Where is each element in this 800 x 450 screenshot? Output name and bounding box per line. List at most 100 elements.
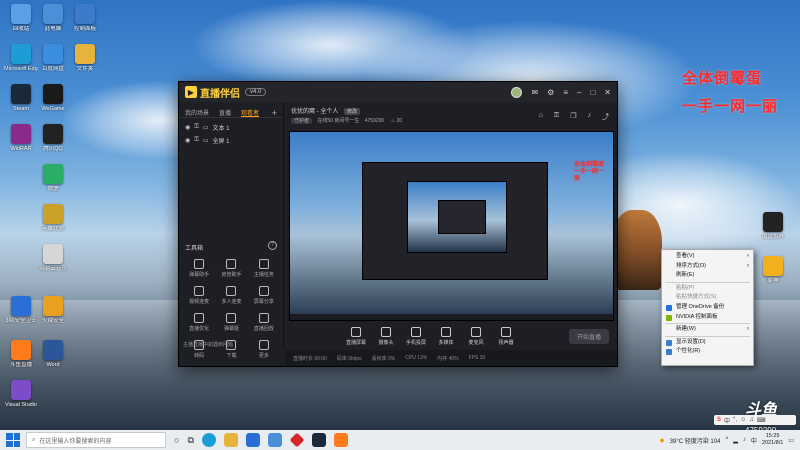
context-menu-item[interactable]: 新建(W) ›: [662, 325, 753, 335]
desktop-icon[interactable]: 微信: [36, 164, 70, 192]
desktop-icon[interactable]: 此电脑: [36, 4, 70, 32]
clock[interactable]: 15:25 2021/8/1: [762, 433, 783, 447]
context-menu-item[interactable]: NVIDIA 控制面板: [662, 313, 753, 323]
ime-mic-icon[interactable]: ♫: [749, 417, 754, 423]
user-avatar[interactable]: [511, 86, 523, 98]
scene-tab[interactable]: 我的场景: [185, 108, 209, 117]
ime-indicator[interactable]: 中: [751, 436, 757, 445]
edge-taskbar-icon[interactable]: [201, 433, 216, 447]
desktop-icon[interactable]: WinRAR: [4, 124, 38, 152]
share-icon[interactable]: ⤴: [602, 112, 609, 122]
desktop-icon[interactable]: Microsoft Edge: [4, 44, 38, 72]
ime-keyboard-icon[interactable]: ⌨: [757, 417, 766, 424]
mic-button[interactable]: 麦克风: [465, 326, 487, 346]
close-icon[interactable]: ✕: [604, 88, 611, 97]
desktop-context-menu[interactable]: 查看(V) › 排序方式(O) › 刷新(E) 粘贴(P) 粘贴快捷方式(S) 管理 OneD…: [661, 249, 754, 366]
context-menu-item[interactable]: 管理 OneDrive 备份: [662, 303, 753, 313]
tool-button[interactable]: 直播优化: [183, 313, 215, 332]
tool-button[interactable]: 弹幕姬: [215, 313, 247, 332]
tool-button[interactable]: 房管助手: [215, 259, 247, 278]
tray-chevron-icon[interactable]: ^: [725, 437, 728, 443]
start-stream-button[interactable]: 开始直播: [568, 328, 609, 344]
app-titlebar[interactable]: ▶ 直播伴侣 v4.0 ✉ ⚙ ≡ – □ ✕: [179, 82, 617, 102]
ime-toolbar[interactable]: S 中 °, ☺ ♫ ⌨: [714, 415, 796, 425]
message-icon[interactable]: ✉: [531, 88, 538, 97]
desktop-icon[interactable]: 文件夹: [68, 44, 102, 72]
menu-icon[interactable]: ≡: [563, 88, 568, 97]
volume-icon[interactable]: ♪: [743, 437, 746, 443]
desktop-icon[interactable]: WeGame: [36, 84, 70, 112]
file-explorer-taskbar-icon[interactable]: [223, 433, 238, 447]
source-item[interactable]: ◉ ⚿ ▭ 全屏 1: [179, 134, 283, 147]
eye-icon[interactable]: ◉: [185, 124, 190, 131]
context-menu-item[interactable]: 个性化(R): [662, 347, 753, 357]
weather-text[interactable]: 39°C 轻度污染 104: [670, 436, 721, 445]
desktop-icon[interactable]: 原神: [756, 256, 790, 284]
notice-text[interactable]: 主播直播中如遇到问题: [183, 341, 233, 348]
phone-button[interactable]: 手机投屏: [405, 326, 427, 346]
context-menu-item[interactable]: 排序方式(O) ›: [662, 262, 753, 272]
network-icon[interactable]: ▂: [733, 437, 738, 444]
desktop-icon[interactable]: Word: [36, 340, 70, 368]
notification-icon[interactable]: ▭: [788, 437, 794, 444]
tool-button[interactable]: 视频连麦: [183, 286, 215, 305]
tool-button[interactable]: 屏幕分享: [248, 286, 280, 305]
camera-button[interactable]: 摄像头: [375, 326, 397, 346]
settings-icon[interactable]: ⚙: [547, 88, 554, 97]
speaker-button[interactable]: 扬声器: [495, 326, 517, 346]
lock-icon[interactable]: ⚿: [554, 112, 559, 122]
edit-title-button[interactable]: 修改: [344, 108, 361, 115]
streaming-app-taskbar-icon[interactable]: [333, 433, 348, 447]
media-button[interactable]: 多媒体: [435, 326, 457, 346]
lock-icon[interactable]: ⚿: [194, 124, 199, 131]
windows-start-icon[interactable]: [6, 433, 20, 447]
desktop-icon[interactable]: 百度网盘: [36, 44, 70, 72]
ime-punct-icon[interactable]: °,: [733, 417, 737, 423]
desktop-icon[interactable]: 英雄联盟: [36, 204, 70, 232]
ime-mode[interactable]: 中: [724, 416, 730, 425]
info-icon[interactable]: ?: [268, 241, 277, 250]
lock-icon[interactable]: ⚿: [194, 137, 199, 144]
scene-tab[interactable]: 直播: [219, 108, 231, 117]
task-view-icon[interactable]: ⧉: [187, 435, 193, 446]
streaming-app-window[interactable]: ▶ 直播伴侣 v4.0 ✉ ⚙ ≡ – □ ✕ 我的场景 直播 观看者 + ◉ ⚿ ▭ 文本…: [178, 81, 618, 367]
minimize-icon[interactable]: –: [577, 88, 581, 97]
tool-button[interactable]: 多人连麦: [215, 286, 247, 305]
desktop-icon[interactable]: 网易云音乐: [36, 244, 70, 272]
mail-taskbar-icon[interactable]: [267, 433, 282, 447]
taskbar-search[interactable]: ⌕ 在这里输入你要搜索的内容: [26, 432, 166, 448]
eye-icon[interactable]: ◉: [185, 137, 190, 144]
desktop-icon[interactable]: 回收站: [4, 4, 38, 32]
desktop-icon[interactable]: 腾讯QQ: [36, 124, 70, 152]
stream-preview[interactable]: 全体倒霉蛋一手一网一丽: [289, 131, 614, 321]
desktop-icon[interactable]: Steam: [4, 84, 38, 112]
tool-button[interactable]: 主播任务: [248, 259, 280, 278]
desktop-icon[interactable]: Visual Studio: [4, 380, 38, 408]
tool-button[interactable]: 弹幕助手: [183, 259, 215, 278]
shop-icon[interactable]: ⌂: [539, 112, 543, 122]
store-taskbar-icon[interactable]: [245, 433, 260, 447]
desktop-icon[interactable]: 斗鱼直播: [4, 340, 38, 368]
desktop-icon[interactable]: 火绒安全: [36, 296, 70, 324]
scene-tab[interactable]: 观看者: [241, 108, 260, 117]
maximize-icon[interactable]: □: [590, 88, 595, 97]
guardian-chip[interactable]: 守护者: [291, 118, 313, 124]
bell-icon[interactable]: ♪: [588, 112, 592, 122]
ime-smile-icon[interactable]: ☺: [740, 417, 746, 423]
context-menu-item[interactable]: 显示设置(D): [662, 338, 753, 348]
steam-taskbar-icon[interactable]: [311, 433, 326, 447]
tool-button[interactable]: 直播回放: [248, 313, 280, 332]
cortana-icon[interactable]: ○: [174, 435, 179, 445]
context-menu-item[interactable]: 刷新(E): [662, 271, 753, 281]
context-menu-item[interactable]: 查看(V) ›: [662, 252, 753, 262]
ime-s-icon[interactable]: S: [717, 417, 721, 423]
desktop-icon[interactable]: 控制面板: [68, 4, 102, 32]
gift-icon[interactable]: ❒: [570, 112, 576, 122]
app-taskbar-icon[interactable]: [289, 432, 305, 448]
tool-button[interactable]: 更多: [248, 340, 280, 359]
desktop-icon[interactable]: 魔兽世界: [756, 212, 790, 240]
weather-icon[interactable]: ●: [659, 435, 664, 445]
source-item[interactable]: ◉ ⚿ ▭ 文本 1: [179, 121, 283, 134]
add-scene-icon[interactable]: +: [272, 108, 277, 118]
screen-button[interactable]: 直播屏幕: [345, 326, 367, 346]
